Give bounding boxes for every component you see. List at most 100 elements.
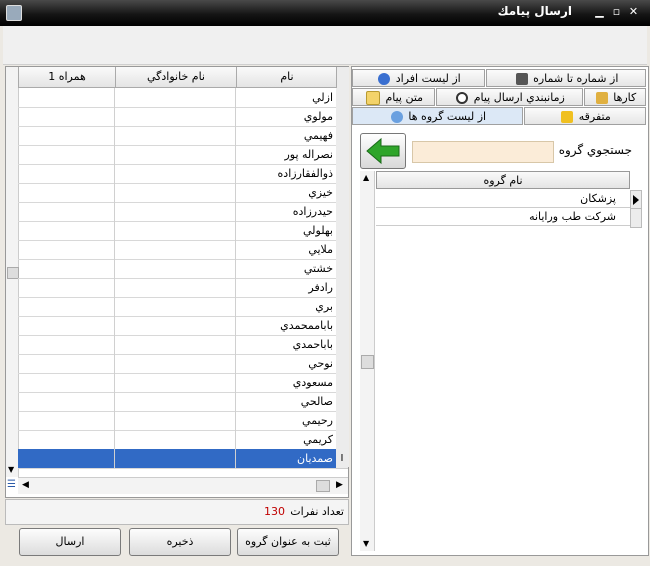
tab-misc[interactable]: متفرقه <box>524 107 646 125</box>
name-cell[interactable]: صمديان <box>236 449 336 468</box>
mobile-cell[interactable] <box>18 240 115 259</box>
mobile-cell[interactable] <box>18 259 115 278</box>
scroll-down-arrow[interactable]: ▼ <box>8 465 14 474</box>
lastname-cell[interactable] <box>115 430 236 449</box>
send-button[interactable]: ارسال <box>19 528 121 556</box>
group-grid-scrollbar[interactable]: ▲ ▼ <box>360 171 375 551</box>
mobile-cell[interactable] <box>18 183 115 202</box>
name-cell[interactable]: نصراله پور <box>236 145 336 164</box>
mobile-cell[interactable] <box>18 411 115 430</box>
save-button[interactable]: ذخيره <box>129 528 231 556</box>
row-header[interactable] <box>336 126 348 146</box>
lastname-cell[interactable] <box>115 278 236 297</box>
lastname-cell[interactable] <box>115 145 236 164</box>
mobile-cell[interactable] <box>18 316 115 335</box>
table-row[interactable]: صمديان <box>18 449 336 469</box>
tab-message-text[interactable]: متن پيام <box>352 88 435 106</box>
tab-range[interactable]: از شماره تا شماره <box>486 69 646 87</box>
scroll-thumb[interactable] <box>361 355 374 369</box>
lastname-cell[interactable] <box>115 221 236 240</box>
hscroll-thumb[interactable] <box>316 480 330 492</box>
column-header-mobile[interactable]: همراه 1 <box>18 67 115 87</box>
mobile-cell[interactable] <box>18 449 115 468</box>
row-header[interactable] <box>336 164 348 184</box>
table-row[interactable]: بري <box>18 297 336 317</box>
lastname-cell[interactable] <box>115 411 236 430</box>
mobile-cell[interactable] <box>18 202 115 221</box>
row-header[interactable] <box>336 259 348 279</box>
table-row[interactable]: ذوالفقارزاده <box>18 164 336 184</box>
name-cell[interactable]: مسعودي <box>236 373 336 392</box>
table-row[interactable]: خشتي <box>18 259 336 279</box>
mobile-cell[interactable] <box>18 88 115 107</box>
row-header[interactable] <box>336 221 348 241</box>
mobile-cell[interactable] <box>18 373 115 392</box>
row-header[interactable] <box>336 392 348 412</box>
lastname-cell[interactable] <box>115 392 236 411</box>
grid-options-icon[interactable]: ☰ <box>7 479 18 491</box>
name-cell[interactable]: خشتي <box>236 259 336 278</box>
mobile-cell[interactable] <box>18 335 115 354</box>
mobile-cell[interactable] <box>18 164 115 183</box>
row-header[interactable] <box>336 354 348 374</box>
tab-schedule[interactable]: زمانبندي ارسال پيام <box>436 88 583 106</box>
table-row[interactable]: باباممحمدي <box>18 316 336 336</box>
minimize-button[interactable]: ▁ <box>592 5 607 20</box>
lastname-cell[interactable] <box>115 449 236 468</box>
lastname-cell[interactable] <box>115 373 236 392</box>
table-row[interactable]: صالحي <box>18 392 336 412</box>
row-header[interactable] <box>336 373 348 393</box>
row-header[interactable] <box>336 278 348 298</box>
row-header[interactable] <box>336 240 348 260</box>
mobile-cell[interactable] <box>18 145 115 164</box>
lastname-cell[interactable] <box>115 259 236 278</box>
lastname-cell[interactable] <box>115 126 236 145</box>
row-header[interactable] <box>336 183 348 203</box>
table-row[interactable]: مولوي <box>18 107 336 127</box>
tab-person-list[interactable]: از ليست افراد <box>352 69 485 87</box>
lastname-cell[interactable] <box>115 183 236 202</box>
horizontal-scrollbar[interactable]: ◀ ▶ <box>18 477 348 494</box>
name-cell[interactable]: بري <box>236 297 336 316</box>
lastname-cell[interactable] <box>115 354 236 373</box>
row-header[interactable] <box>336 88 348 108</box>
table-row[interactable]: بهلولي <box>18 221 336 241</box>
mobile-cell[interactable] <box>18 221 115 240</box>
maximize-button[interactable]: ▫ <box>609 5 624 20</box>
mobile-cell[interactable] <box>18 107 115 126</box>
table-row[interactable]: ازلي <box>18 88 336 108</box>
name-cell[interactable]: رادفر <box>236 278 336 297</box>
lastname-cell[interactable] <box>115 240 236 259</box>
lastname-cell[interactable] <box>115 107 236 126</box>
row-header[interactable] <box>336 411 348 431</box>
column-header-name[interactable]: نام <box>236 67 337 87</box>
name-cell[interactable]: صالحي <box>236 392 336 411</box>
save-as-group-button[interactable]: ثبت به عنوان گروه <box>237 528 339 556</box>
scroll-left-arrow[interactable]: ◀ <box>22 480 29 490</box>
table-row[interactable]: نصراله پور <box>18 145 336 165</box>
lastname-cell[interactable] <box>115 164 236 183</box>
mobile-cell[interactable] <box>18 278 115 297</box>
name-cell[interactable]: ملايي <box>236 240 336 259</box>
mobile-cell[interactable] <box>18 430 115 449</box>
row-header[interactable] <box>336 202 348 222</box>
row-header[interactable] <box>336 335 348 355</box>
table-row[interactable]: خيزي <box>18 183 336 203</box>
mobile-cell[interactable] <box>18 392 115 411</box>
name-cell[interactable]: مولوي <box>236 107 336 126</box>
row-header[interactable] <box>336 430 348 450</box>
name-cell[interactable]: باباحمدي <box>236 335 336 354</box>
name-cell[interactable]: رحيمي <box>236 411 336 430</box>
lastname-cell[interactable] <box>115 335 236 354</box>
table-row[interactable]: رحيمي <box>18 411 336 431</box>
row-header[interactable] <box>336 145 348 165</box>
group-search-input[interactable] <box>412 141 554 163</box>
contacts-grid[interactable]: ▼ همراه 1 نام خانوادگي نام ازلي مولوي فهيم… <box>5 66 349 498</box>
group-row[interactable]: شركت طب ورايانه <box>376 208 630 226</box>
table-row[interactable]: باباحمدي <box>18 335 336 355</box>
lastname-cell[interactable] <box>115 297 236 316</box>
name-cell[interactable]: ازلي <box>236 88 336 107</box>
scroll-up-arrow[interactable]: ▲ <box>363 173 369 182</box>
mobile-cell[interactable] <box>18 354 115 373</box>
name-cell[interactable]: كريمي <box>236 430 336 449</box>
